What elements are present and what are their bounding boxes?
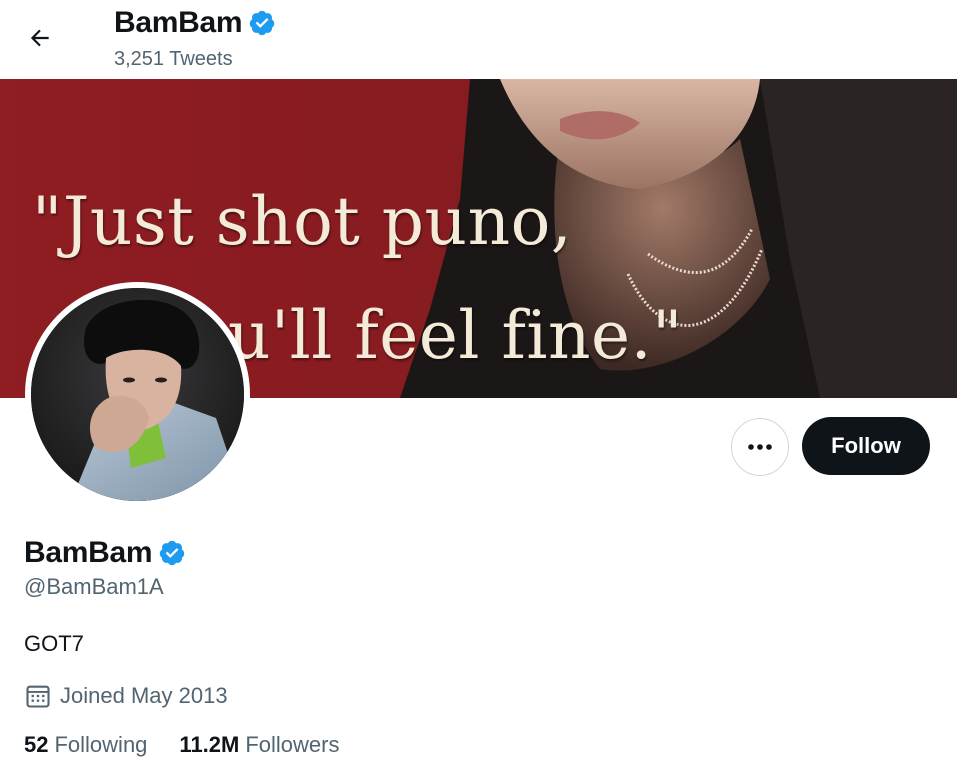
following-label: Following [54,732,148,757]
top-bar: BamBam 3,251 Tweets [0,0,964,79]
header-name: BamBam [114,6,243,39]
banner-quote-line1: "Just shot puno, [32,183,573,260]
tweet-count: 3,251 Tweets [114,48,233,70]
follow-stats: 52 Following 11.2M Followers [24,732,372,758]
arrow-left-icon [30,29,49,47]
profile-page: BamBam 3,251 Tweets "Just shot puno, you… [0,0,964,774]
verified-badge-icon [249,10,275,36]
followers-label: Followers [245,732,340,757]
more-options-button[interactable] [731,418,789,476]
followers-link[interactable]: 11.2M Followers [179,732,339,758]
avatar[interactable] [25,282,250,507]
following-link[interactable]: 52 Following [24,732,147,758]
joined-text: Joined May 2013 [60,683,228,708]
avatar-photo [31,288,244,501]
back-button[interactable] [22,20,58,56]
profile-handle: @BamBam1A [24,574,164,599]
profile-bio: GOT7 [24,631,84,656]
profile-name: BamBam [24,536,153,569]
header-name-row: BamBam [114,5,276,41]
joined-date: Joined May 2013 [24,682,228,710]
verified-badge-icon[interactable] [158,539,186,567]
follow-button[interactable]: Follow [802,417,930,475]
more-dots-icon [748,444,772,450]
followers-count: 11.2M [179,732,240,757]
following-count: 52 [24,732,49,757]
profile-name-row: BamBam [24,535,186,571]
calendar-icon [26,685,50,708]
